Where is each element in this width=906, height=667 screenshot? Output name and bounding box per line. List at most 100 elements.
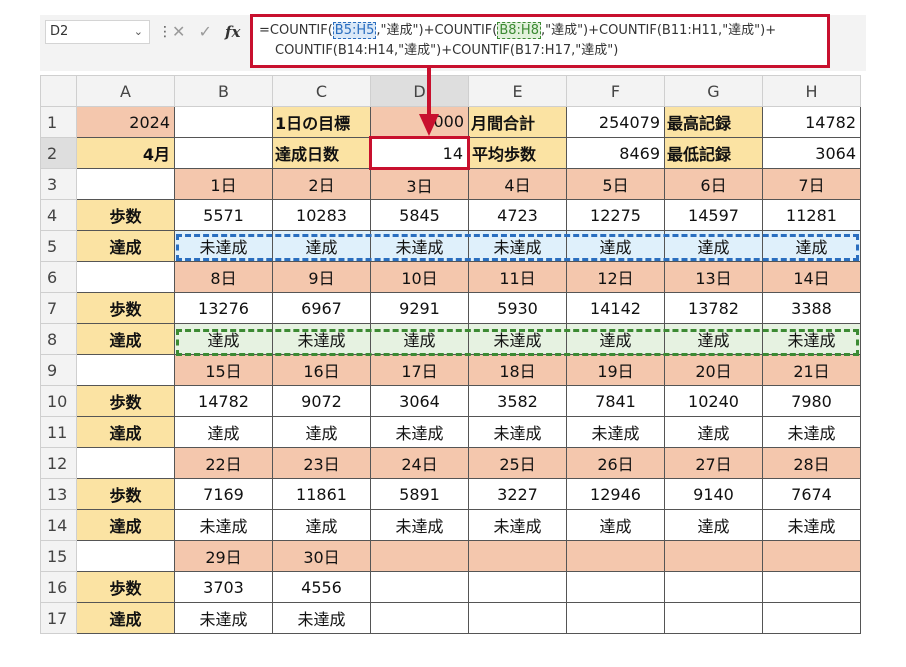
cell-h15[interactable] <box>762 540 861 572</box>
cell-a17[interactable]: 達成 <box>76 602 175 634</box>
cell-c8[interactable]: 未達成 <box>272 323 371 355</box>
cell-e15[interactable] <box>468 540 567 572</box>
cell-a1[interactable]: 2024 <box>76 106 175 138</box>
cell-h2[interactable]: 3064 <box>762 137 861 169</box>
cell-d17[interactable] <box>370 602 469 634</box>
cell-g16[interactable] <box>664 571 763 603</box>
cell-c13[interactable]: 11861 <box>272 478 371 510</box>
cell-b15[interactable]: 29日 <box>174 540 273 572</box>
cell-h7[interactable]: 3388 <box>762 292 861 324</box>
cell-g8[interactable]: 達成 <box>664 323 763 355</box>
cell-g10[interactable]: 10240 <box>664 385 763 417</box>
cell-f17[interactable] <box>566 602 665 634</box>
cell-f2[interactable]: 8469 <box>566 137 665 169</box>
cell-e17[interactable] <box>468 602 567 634</box>
cell-h10[interactable]: 7980 <box>762 385 861 417</box>
cell-h3[interactable]: 7日 <box>762 168 861 200</box>
row-header[interactable]: 13 <box>40 478 77 510</box>
cell-c4[interactable]: 10283 <box>272 199 371 231</box>
cell-f3[interactable]: 5日 <box>566 168 665 200</box>
cell-f4[interactable]: 12275 <box>566 199 665 231</box>
cell-b8[interactable]: 達成 <box>174 323 273 355</box>
cell-b1[interactable] <box>174 106 273 138</box>
cell-a6[interactable] <box>76 261 175 293</box>
cell-e14[interactable]: 未達成 <box>468 509 567 541</box>
cell-b4[interactable]: 5571 <box>174 199 273 231</box>
name-box[interactable]: D2 ⌄ <box>45 20 150 44</box>
cell-e16[interactable] <box>468 571 567 603</box>
cell-b14[interactable]: 未達成 <box>174 509 273 541</box>
cell-d13[interactable]: 5891 <box>370 478 469 510</box>
cell-c15[interactable]: 30日 <box>272 540 371 572</box>
cell-b9[interactable]: 15日 <box>174 354 273 386</box>
cell-b13[interactable]: 7169 <box>174 478 273 510</box>
cell-g5[interactable]: 達成 <box>664 230 763 262</box>
cell-a5[interactable]: 達成 <box>76 230 175 262</box>
cell-d5[interactable]: 未達成 <box>370 230 469 262</box>
row-header[interactable]: 16 <box>40 571 77 603</box>
cell-h17[interactable] <box>762 602 861 634</box>
cell-b5[interactable]: 未達成 <box>174 230 273 262</box>
cell-g17[interactable] <box>664 602 763 634</box>
cell-c10[interactable]: 9072 <box>272 385 371 417</box>
cell-b17[interactable]: 未達成 <box>174 602 273 634</box>
column-header[interactable]: F <box>566 75 665 107</box>
row-header[interactable]: 1 <box>40 106 77 138</box>
cell-g13[interactable]: 9140 <box>664 478 763 510</box>
cell-g7[interactable]: 13782 <box>664 292 763 324</box>
cell-h13[interactable]: 7674 <box>762 478 861 510</box>
row-header[interactable]: 5 <box>40 230 77 262</box>
cell-e4[interactable]: 4723 <box>468 199 567 231</box>
cell-c3[interactable]: 2日 <box>272 168 371 200</box>
cell-b2[interactable] <box>174 137 273 169</box>
row-header[interactable]: 12 <box>40 447 77 479</box>
column-header[interactable]: A <box>76 75 175 107</box>
row-header[interactable]: 6 <box>40 261 77 293</box>
cell-d11[interactable]: 未達成 <box>370 416 469 448</box>
row-header[interactable]: 7 <box>40 292 77 324</box>
cell-h4[interactable]: 11281 <box>762 199 861 231</box>
cell-b3[interactable]: 1日 <box>174 168 273 200</box>
cell-f12[interactable]: 26日 <box>566 447 665 479</box>
column-header[interactable]: B <box>174 75 273 107</box>
more-options-icon[interactable]: ⋮ <box>158 24 172 40</box>
cell-c6[interactable]: 9日 <box>272 261 371 293</box>
cell-b7[interactable]: 13276 <box>174 292 273 324</box>
cell-c2[interactable]: 達成日数 <box>272 137 371 169</box>
chevron-down-icon[interactable]: ⌄ <box>134 21 143 43</box>
cell-a15[interactable] <box>76 540 175 572</box>
row-header[interactable]: 4 <box>40 199 77 231</box>
cell-d3[interactable]: 3日 <box>370 168 469 200</box>
cancel-icon[interactable]: ✕ <box>172 22 185 41</box>
cell-g2[interactable]: 最低記録 <box>664 137 763 169</box>
cell-c16[interactable]: 4556 <box>272 571 371 603</box>
cell-e8[interactable]: 未達成 <box>468 323 567 355</box>
row-header[interactable]: 9 <box>40 354 77 386</box>
cell-a7[interactable]: 歩数 <box>76 292 175 324</box>
cell-h5[interactable]: 達成 <box>762 230 861 262</box>
cell-c14[interactable]: 達成 <box>272 509 371 541</box>
cell-h8[interactable]: 未達成 <box>762 323 861 355</box>
cell-h9[interactable]: 21日 <box>762 354 861 386</box>
cell-e9[interactable]: 18日 <box>468 354 567 386</box>
cell-e3[interactable]: 4日 <box>468 168 567 200</box>
cell-h16[interactable] <box>762 571 861 603</box>
cell-a4[interactable]: 歩数 <box>76 199 175 231</box>
cell-b6[interactable]: 8日 <box>174 261 273 293</box>
cell-h1[interactable]: 14782 <box>762 106 861 138</box>
insert-function-icon[interactable]: fx <box>225 23 240 41</box>
column-header[interactable]: C <box>272 75 371 107</box>
cell-h12[interactable]: 28日 <box>762 447 861 479</box>
cell-g12[interactable]: 27日 <box>664 447 763 479</box>
cell-f10[interactable]: 7841 <box>566 385 665 417</box>
cell-a12[interactable] <box>76 447 175 479</box>
select-all-corner[interactable] <box>40 75 77 107</box>
column-header[interactable]: G <box>664 75 763 107</box>
cell-c11[interactable]: 達成 <box>272 416 371 448</box>
cell-h6[interactable]: 14日 <box>762 261 861 293</box>
cell-e13[interactable]: 3227 <box>468 478 567 510</box>
cell-a11[interactable]: 達成 <box>76 416 175 448</box>
cell-f16[interactable] <box>566 571 665 603</box>
cell-a8[interactable]: 達成 <box>76 323 175 355</box>
cell-f7[interactable]: 14142 <box>566 292 665 324</box>
